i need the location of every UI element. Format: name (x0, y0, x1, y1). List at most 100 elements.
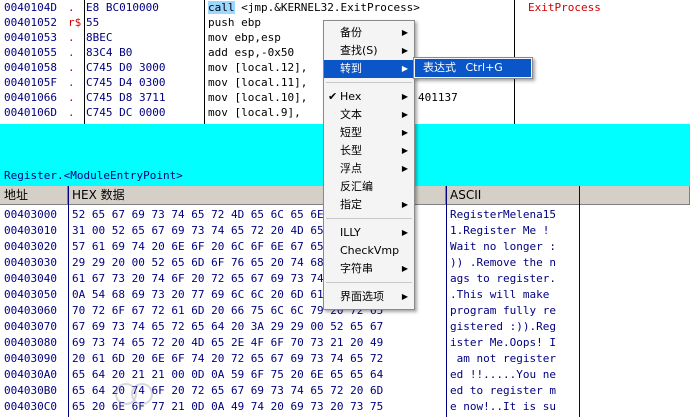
menu-item[interactable]: 文本 ▶ (324, 106, 414, 124)
menu-item[interactable]: 浮点 ▶ (324, 160, 414, 178)
dump-address: 00403060 (4, 304, 57, 317)
dump-hex: 20 61 6D 20 6E 6F 74 20 72 65 67 69 73 7… (72, 352, 384, 365)
disasm-bytes: C745 D8 3711 (86, 91, 166, 104)
menu-item-label: 指定 (340, 198, 362, 211)
dump-ascii: gistered :)).Reg (450, 320, 556, 333)
goto-expression-item[interactable]: 表达式 Ctrl+G (415, 59, 531, 77)
dump-ascii: .This will make (450, 288, 556, 301)
context-menu[interactable]: 备份 ▶ 查找(S) ▶ 转到 ▶ ✔ Hex ▶ 文本 ▶ 短型 ▶ 长型 ▶ 浮点 ▶ 反汇编 指定 ▶ ILLY ▶… (323, 20, 415, 310)
menu-separator (326, 82, 412, 83)
menu-item[interactable]: 转到 ▶ (324, 60, 414, 78)
dump-address: 00403040 (4, 272, 57, 285)
menu-item[interactable]: ✔ Hex ▶ (324, 88, 414, 106)
disasm-marker: . (68, 1, 75, 14)
menu-item-label: 长型 (340, 144, 362, 157)
menu-item[interactable]: 查找(S) ▶ (324, 42, 414, 60)
ascii-column-header[interactable]: ASCII (446, 186, 690, 205)
disasm-bytes: E8 BC010000 (86, 1, 159, 14)
menu-item[interactable]: ILLY ▶ (324, 224, 414, 242)
disasm-address: 00401055 (4, 46, 57, 59)
dump-hex: 67 69 73 74 65 72 65 64 20 3A 29 29 00 5… (72, 320, 384, 333)
dump-ascii: 1.Register Me ! (450, 224, 550, 237)
menu-item[interactable]: 字符串 ▶ (324, 260, 414, 278)
dump-ascii: program fully re (450, 304, 556, 317)
submenu-arrow-icon: ▶ (401, 228, 408, 237)
menu-item[interactable]: 备份 ▶ (324, 24, 414, 42)
menu-item[interactable]: 界面选项 ▶ (324, 288, 414, 306)
disasm-instruction: mov [local.11], (208, 76, 308, 89)
dump-address: 004030B0 (4, 384, 57, 397)
menu-separator (326, 218, 412, 219)
menu-item-label: Hex (340, 90, 362, 103)
dump-address: 00403020 (4, 240, 57, 253)
dump-address: 004030C0 (4, 400, 57, 413)
menu-item-label: 短型 (340, 126, 362, 139)
dump-row[interactable]: 00403080 69 73 74 65 72 20 4D 65 2E 4F 6F… (0, 335, 690, 351)
disasm-address: 00401053 (4, 31, 57, 44)
dump-address: 00403010 (4, 224, 57, 237)
disasm-instruction: mov [local.12], (208, 61, 308, 74)
dump-address: 004030A0 (4, 368, 57, 381)
watermark-icon (115, 383, 153, 405)
menu-item[interactable]: 长型 ▶ (324, 142, 414, 160)
disasm-address: 00401058 (4, 61, 57, 74)
disasm-bytes: 83C4 B0 (86, 46, 133, 59)
menu-item-label: 查找(S) (340, 44, 378, 57)
dump-row[interactable]: 004030C0 65 20 6E 6F 77 21 0D 0A 49 74 20… (0, 399, 690, 415)
dump-ascii: ed !!.....You ne (450, 368, 556, 381)
disasm-address: 0040106D (4, 106, 57, 119)
menu-item[interactable]: 短型 ▶ (324, 124, 414, 142)
address-column-header[interactable]: 地址 (0, 186, 68, 205)
menu-item-label: CheckVmp (340, 244, 400, 257)
dump-row[interactable]: 00403090 20 61 6D 20 6E 6F 74 20 72 65 67… (0, 351, 690, 367)
submenu-arrow-icon: ▶ (401, 200, 408, 209)
menu-item-label: 备份 (340, 26, 362, 39)
goto-submenu[interactable]: 表达式 Ctrl+G (413, 57, 533, 79)
disasm-row[interactable]: 0040104D. E8 BC010000 call <jmp.&KERNEL32.… (0, 0, 690, 15)
disasm-marker: . (68, 106, 75, 119)
dump-address: 00403000 (4, 208, 57, 221)
disasm-address: 0040105F (4, 76, 57, 89)
menu-item-label: 文本 (340, 108, 362, 121)
submenu-arrow-icon: ▶ (401, 64, 408, 73)
dump-ascii: ags to register. (450, 272, 556, 285)
dump-ascii: am not register (450, 352, 556, 365)
instruction-tail: 401137 (418, 91, 458, 104)
menu-item[interactable]: CheckVmp (324, 242, 414, 260)
dump-address: 00403080 (4, 336, 57, 349)
menu-item-label: 转到 (340, 62, 362, 75)
disasm-address: 00401052 (4, 16, 57, 29)
submenu-arrow-icon: ▶ (401, 46, 408, 55)
disasm-marker: . (68, 46, 75, 59)
goto-expression-shortcut: Ctrl+G (465, 61, 503, 74)
checkmark-icon: ✔ (328, 90, 338, 103)
disasm-marker: r$ (68, 16, 82, 29)
info-text: Register.<ModuleEntryPoint> (4, 169, 183, 182)
disasm-instruction: mov [local.9], (208, 106, 301, 119)
dump-ascii: ister Me.Oops! I (450, 336, 556, 349)
disasm-instruction: add esp,-0x50 (208, 46, 295, 59)
submenu-arrow-icon: ▶ (401, 110, 408, 119)
dump-address: 00403090 (4, 352, 57, 365)
disasm-marker: . (68, 61, 75, 74)
menu-item-label: 字符串 (340, 262, 373, 275)
disasm-instruction: call <jmp.&KERNEL32.ExitProcess> (208, 1, 420, 14)
dump-row[interactable]: 004030A0 65 64 20 21 21 00 0D 0A 59 6F 75… (0, 367, 690, 383)
dump-ascii: )) .Remove the n (450, 256, 556, 269)
menu-item-label: 浮点 (340, 162, 362, 175)
disasm-bytes: 55 (86, 16, 100, 29)
dump-ascii: Wait no longer : (450, 240, 556, 253)
dump-row[interactable]: 00403070 67 69 73 74 65 72 65 64 20 3A 29… (0, 319, 690, 335)
disasm-comment: ExitProcess (528, 1, 601, 14)
dump-ascii: e now!..It is su (450, 400, 556, 413)
dump-ascii: RegisterMelena15 (450, 208, 556, 221)
dump-row[interactable]: 004030B0 65 64 20 74 6F 20 72 65 67 69 73… (0, 383, 690, 399)
disasm-bytes: 8BEC (86, 31, 113, 44)
menu-item[interactable]: 指定 ▶ (324, 196, 414, 214)
disasm-marker: . (68, 76, 75, 89)
goto-expression-label: 表达式 (423, 61, 456, 74)
menu-separator (326, 282, 412, 283)
menu-item[interactable]: 反汇编 (324, 178, 414, 196)
submenu-arrow-icon: ▶ (401, 292, 408, 301)
menu-item-label: ILLY (340, 226, 361, 239)
